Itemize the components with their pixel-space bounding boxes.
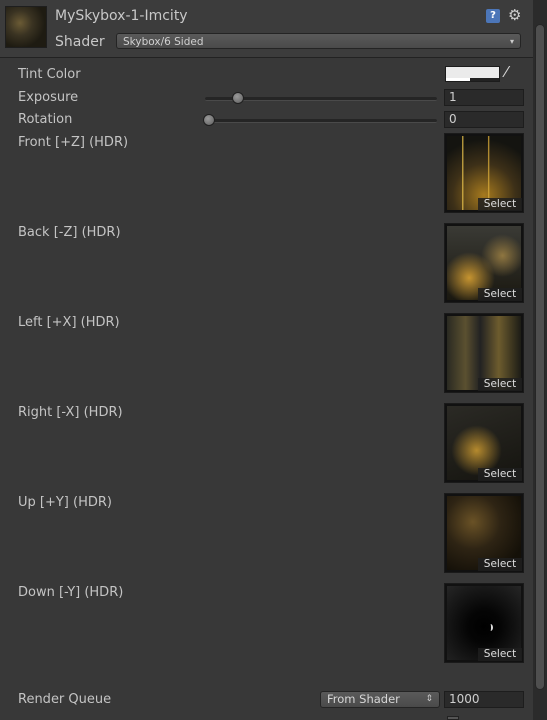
scrollbar-thumb[interactable] (535, 24, 545, 690)
partial-checkbox[interactable] (447, 716, 459, 720)
material-inspector: MySkybox-1-Imcity Shader Skybox/6 Sided … (0, 0, 547, 720)
tint-color-label: Tint Color (18, 67, 81, 82)
render-queue-dropdown[interactable]: From Shader ⇕ (320, 691, 440, 708)
up-select-button[interactable]: Select (478, 558, 522, 571)
down-texture-label: Down [-Y] (HDR) (18, 585, 124, 600)
material-header: MySkybox-1-Imcity Shader Skybox/6 Sided … (0, 0, 533, 58)
color-picker-icon[interactable]: ⁄ (505, 63, 508, 81)
back-select-button[interactable]: Select (478, 288, 522, 301)
gear-icon[interactable]: ⚙ (508, 6, 521, 24)
render-queue-field[interactable]: 1000 (444, 691, 524, 708)
rotation-label: Rotation (18, 112, 73, 127)
exposure-slider-knob[interactable] (232, 92, 244, 104)
dropdown-arrow-icon: ▾ (509, 37, 514, 46)
rotation-field[interactable]: 0 (444, 111, 524, 128)
down-select-button[interactable]: Select (478, 648, 522, 661)
up-texture-slot[interactable]: Select (444, 493, 524, 573)
material-title: MySkybox-1-Imcity (55, 8, 188, 24)
material-preview-thumbnail (5, 6, 47, 48)
front-select-button[interactable]: Select (478, 198, 522, 211)
left-texture-slot[interactable]: Select (444, 313, 524, 393)
left-select-button[interactable]: Select (478, 378, 522, 391)
right-texture-slot[interactable]: Select (444, 403, 524, 483)
tint-alpha-bar (446, 78, 499, 81)
exposure-label: Exposure (18, 90, 79, 105)
up-texture-label: Up [+Y] (HDR) (18, 495, 112, 510)
render-queue-mode: From Shader (327, 692, 400, 706)
right-select-button[interactable]: Select (478, 468, 522, 481)
left-texture-label: Left [+X] (HDR) (18, 315, 120, 330)
vertical-scrollbar[interactable] (533, 0, 547, 720)
shader-dropdown-value: Skybox/6 Sided (123, 36, 204, 48)
back-texture-label: Back [-Z] (HDR) (18, 225, 121, 240)
help-icon[interactable]: ? (486, 9, 500, 23)
right-texture-label: Right [-X] (HDR) (18, 405, 123, 420)
shader-dropdown[interactable]: Skybox/6 Sided ▾ (116, 33, 521, 49)
moon-mark (488, 624, 493, 631)
rotation-slider[interactable] (205, 119, 437, 123)
front-texture-slot[interactable]: Select (444, 133, 524, 213)
front-texture-label: Front [+Z] (HDR) (18, 135, 129, 150)
down-texture-slot[interactable]: Select (444, 583, 524, 663)
exposure-field[interactable]: 1 (444, 89, 524, 106)
tint-alpha-fill (446, 78, 470, 81)
dropdown-arrow-icon: ⇕ (425, 694, 433, 704)
render-queue-label: Render Queue (18, 692, 112, 707)
rotation-slider-knob[interactable] (203, 114, 215, 126)
shader-label: Shader (55, 34, 105, 50)
back-texture-slot[interactable]: Select (444, 223, 524, 303)
tint-color-field[interactable] (445, 66, 500, 82)
